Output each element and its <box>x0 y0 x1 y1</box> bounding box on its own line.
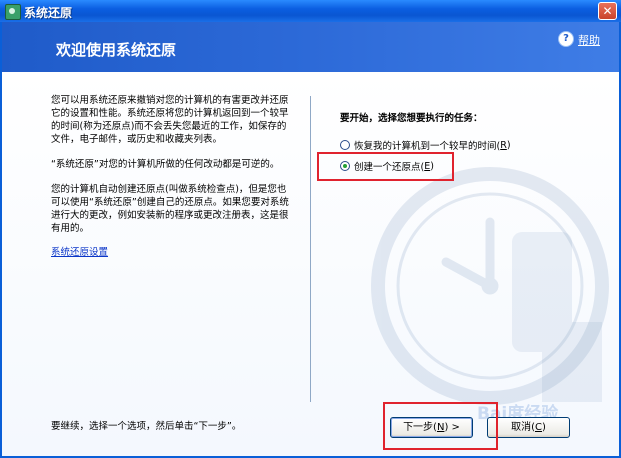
task-heading: 要开始，选择您想要执行的任务： <box>340 113 483 124</box>
page-title: 欢迎使用系统还原 <box>56 41 177 59</box>
vertical-divider <box>310 96 311 402</box>
content-area: 您可以用系统还原来撤销对您的计算机的有害更改并还原它的设置和性能。系统还原将您的… <box>2 72 619 456</box>
continue-instruction: 要继续，选择一个选项，然后单击“下一步”。 <box>51 421 242 432</box>
option-label-suffix: ) <box>506 139 511 151</box>
help-link[interactable]: 帮助 <box>578 32 600 48</box>
intro-paragraph: “系统还原”对您的计算机所做的任何改动都是可逆的。 <box>51 159 280 170</box>
cancel-button-label: 取消( <box>511 422 535 433</box>
cancel-button[interactable]: 取消(C) <box>487 417 570 438</box>
radio-unchecked-icon[interactable] <box>340 140 350 150</box>
close-button[interactable]: ✕ <box>598 2 617 20</box>
highlight-box-option <box>317 152 454 181</box>
option-label: 恢复我的计算机到一个较早的时间( <box>354 141 501 152</box>
header-banner: 欢迎使用系统还原 ? 帮助 <box>2 22 619 72</box>
cancel-access-key: C <box>535 422 542 433</box>
option-restore-earlier-time[interactable]: 恢复我的计算机到一个较早的时间(R) <box>340 138 511 152</box>
system-restore-app-icon <box>5 4 21 20</box>
close-icon: ✕ <box>602 4 613 18</box>
help-icon[interactable]: ? <box>558 31 574 47</box>
intro-paragraph: 您可以用系统还原来撤销对您的计算机的有害更改并还原它的设置和性能。系统还原将您的… <box>51 95 289 145</box>
highlight-box-next <box>383 402 498 450</box>
option-access-key: R <box>500 139 507 151</box>
title-bar[interactable]: 系统还原 ✕ <box>0 0 621 22</box>
intro-paragraph: 您的计算机自动创建还原点(叫做系统检查点)，但是您也可以使用“系统还原”创建自己… <box>51 184 289 234</box>
cancel-button-suffix: ) <box>541 422 546 433</box>
system-restore-settings-link[interactable]: 系统还原设置 <box>51 244 108 258</box>
window-title: 系统还原 <box>24 6 73 20</box>
intro-text: 您可以用系统还原来撤销对您的计算机的有害更改并还原它的设置和性能。系统还原将您的… <box>51 94 291 247</box>
system-restore-window: 系统还原 ✕ 欢迎使用系统还原 ? 帮助 您可以用系统还原来撤销对您的计算机的有… <box>0 0 621 458</box>
